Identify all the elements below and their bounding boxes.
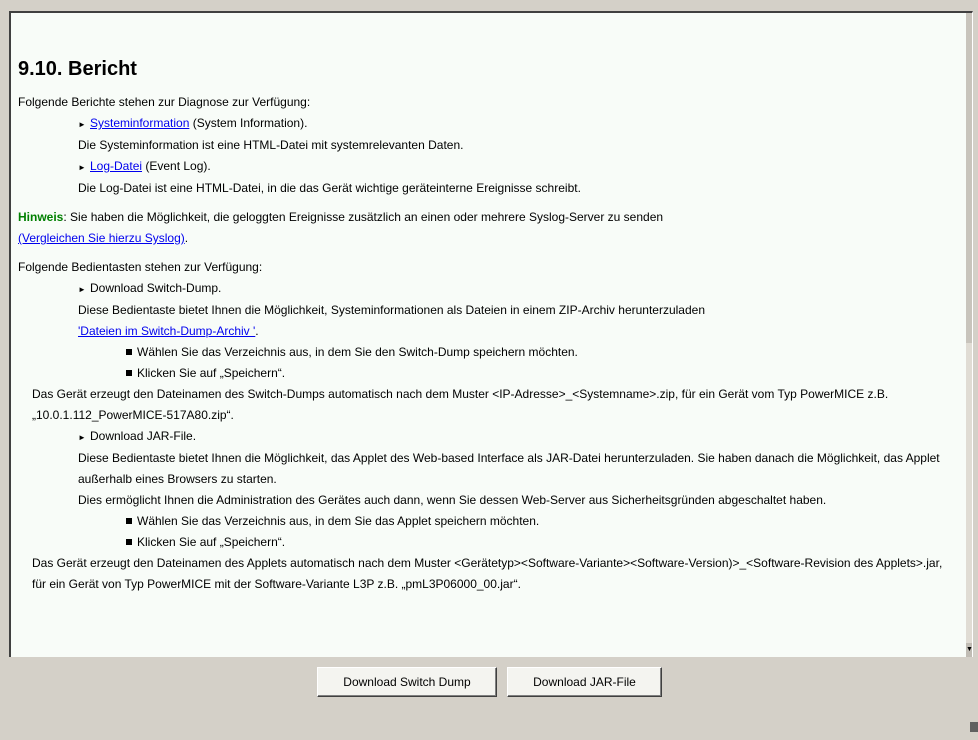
help-panel: 9.10. Bericht Folgende Berichte stehen z… [9, 11, 973, 658]
square-bullet-icon [126, 539, 132, 545]
square-bullet-icon [126, 370, 132, 376]
note-paragraph: Hinweis: Sie haben die Möglichkeit, die … [18, 207, 953, 228]
note-after: . [184, 231, 189, 245]
jar-file-step: Klicken Sie auf „Speichern“. [18, 532, 953, 553]
note-link-line: (Vergleichen Sie hierzu Syslog). [18, 228, 953, 249]
switch-dump-step: Wählen Sie das Verzeichnis aus, in dem S… [18, 342, 953, 363]
page-title: 9.10. Bericht [18, 58, 137, 80]
switch-dump-filename-text: Das Gerät erzeugt den Dateinamen des Swi… [18, 384, 953, 426]
filename-text: Das Gerät erzeugt den Dateinamen des Swi… [32, 387, 889, 422]
download-jar-file-button[interactable]: Download JAR-File [507, 667, 662, 697]
step-text: Klicken Sie auf „Speichern“. [137, 535, 286, 549]
square-bullet-icon [126, 349, 132, 355]
scrollbar-thumb[interactable] [966, 13, 972, 343]
vertical-scrollbar[interactable]: ▼ [966, 13, 972, 657]
jar-file-filename-text: Das Gerät erzeugt den Dateinamen des App… [32, 556, 943, 591]
jar-file-heading: Download JAR-File. [90, 429, 197, 443]
systeminformation-link[interactable]: Systeminformation [90, 116, 189, 130]
log-datei-link[interactable]: Log-Datei [90, 159, 142, 173]
note-text: : Sie haben die Möglichkeit, die geloggt… [63, 210, 664, 224]
triangle-bullet-icon: ► [78, 120, 86, 129]
list-item-log-datei: ► Log-Datei (Event Log). [18, 156, 953, 178]
triangle-bullet-icon: ► [78, 163, 86, 172]
buttons-intro: Folgende Bedientasten stehen zur Verfügu… [18, 260, 263, 274]
switch-dump-description: Diese Bedientaste bietet Ihnen die Mögli… [78, 303, 705, 317]
switch-dump-link-line: 'Dateien im Switch-Dump-Archiv '. [18, 321, 953, 342]
download-switch-dump-button[interactable]: Download Switch Dump [317, 667, 497, 697]
note-label: Hinweis [18, 210, 64, 224]
switch-dump-step: Klicken Sie auf „Speichern“. [18, 363, 953, 384]
list-item-systeminformation: ► Systeminformation (System Information). [18, 113, 953, 135]
resize-grip-icon [970, 722, 978, 732]
switch-dump-heading: Download Switch-Dump. [90, 281, 222, 295]
report-description: Die Systeminformation ist eine HTML-Date… [78, 138, 464, 152]
step-text: Klicken Sie auf „Speichern“. [137, 366, 286, 380]
button-bar: Download Switch Dump Download JAR-File [0, 657, 978, 740]
triangle-bullet-icon: ► [78, 433, 86, 442]
list-item-jar-file: ► Download JAR-File. [18, 426, 953, 448]
link-after: . [255, 324, 259, 338]
triangle-bullet-icon: ► [78, 285, 86, 294]
step-text: Wählen Sie das Verzeichnis aus, in dem S… [137, 514, 540, 528]
reports-intro: Folgende Berichte stehen zur Diagnose zu… [18, 95, 311, 109]
jar-file-step: Wählen Sie das Verzeichnis aus, in dem S… [18, 511, 953, 532]
help-content: 9.10. Bericht Folgende Berichte stehen z… [18, 57, 953, 595]
report-description: Die Log-Datei ist eine HTML-Datei, in di… [78, 181, 581, 195]
report-suffix: (System Information). [189, 116, 308, 130]
switch-dump-archive-link[interactable]: 'Dateien im Switch-Dump-Archiv ' [78, 324, 255, 338]
syslog-link[interactable]: (Vergleichen Sie hierzu Syslog) [18, 231, 185, 245]
step-text: Wählen Sie das Verzeichnis aus, in dem S… [137, 345, 578, 359]
jar-file-description-2: Dies ermöglicht Ihnen die Administration… [78, 493, 827, 507]
list-item-switch-dump: ► Download Switch-Dump. [18, 278, 953, 300]
square-bullet-icon [126, 518, 132, 524]
report-suffix: (Event Log). [142, 159, 211, 173]
jar-file-description: Diese Bedientaste bietet Ihnen die Mögli… [78, 451, 940, 486]
scroll-down-arrow-icon[interactable]: ▼ [966, 643, 972, 657]
